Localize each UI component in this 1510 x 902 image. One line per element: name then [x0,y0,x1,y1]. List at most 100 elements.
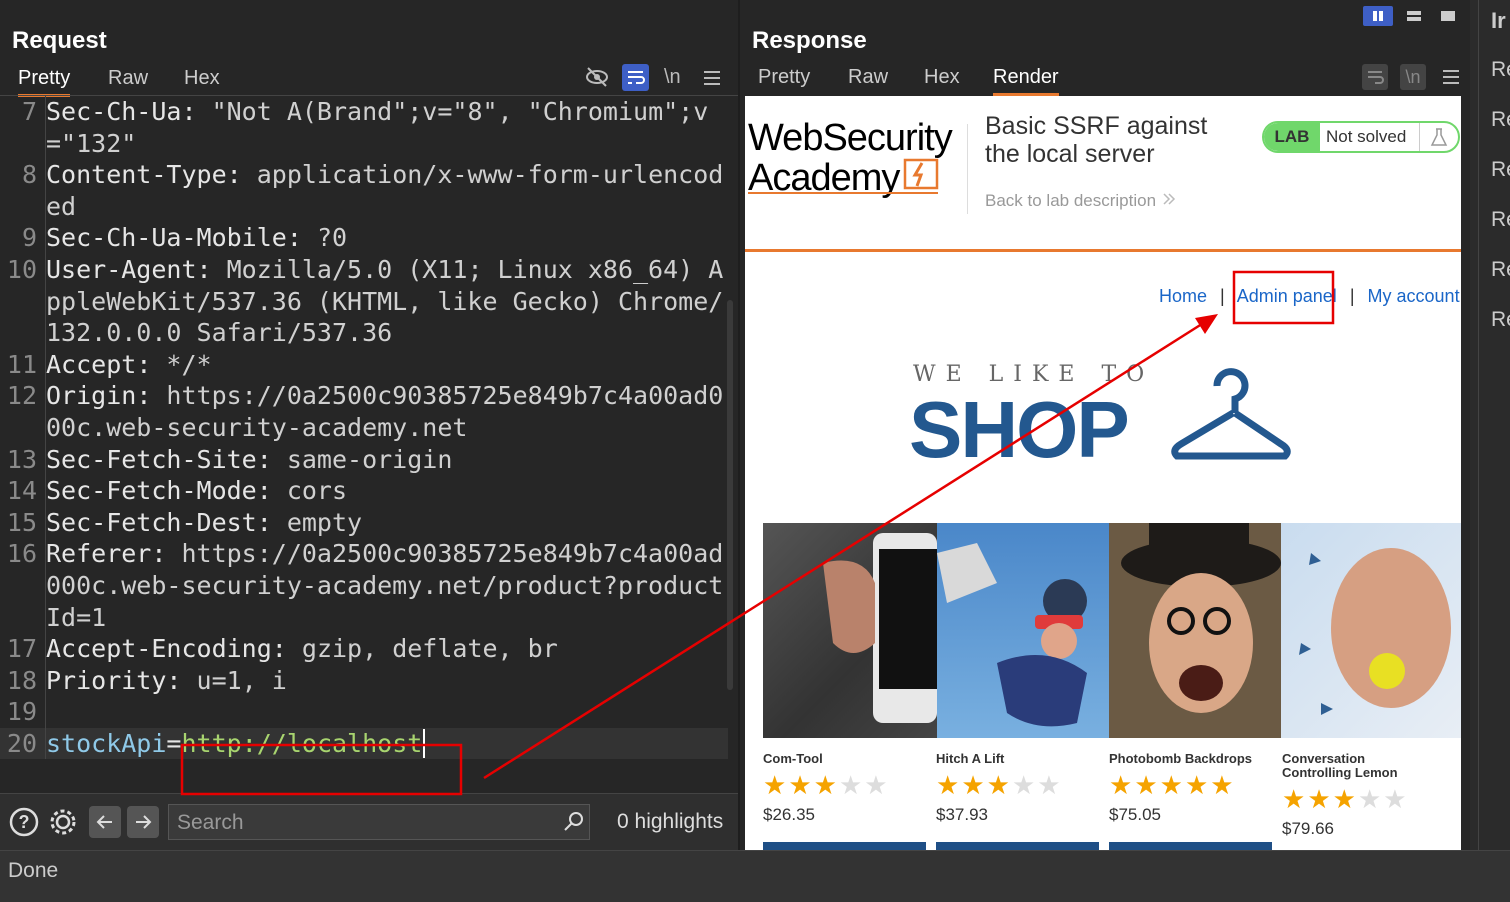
product-card: Com-Tool ★★★★★ $26.35 [763,752,933,825]
nav-my-account[interactable]: My account [1368,286,1460,306]
code-line[interactable]: 13 Sec-Fetch-Site: same-origin [0,443,728,476]
body-line[interactable]: 20 stockApi=http://localhost [0,727,728,760]
header-separator: : [136,349,167,379]
wrap-lines-icon[interactable] [1362,64,1388,90]
inspector-tab[interactable]: Ir [1491,8,1506,34]
request-editor[interactable]: 7 Sec-Ch-Ua: "Not A(Brand";v="8", "Chromi… [0,96,728,790]
search-icon[interactable] [562,810,586,834]
code-line[interactable]: 18 Priority: u=1, i [0,664,728,697]
tab-hex[interactable]: Hex [924,66,960,89]
line-number: 18 [0,664,46,697]
header-name: Sec-Fetch-Mode [46,476,257,506]
text-cursor [423,728,426,758]
inspector-item[interactable]: Re [1491,108,1510,132]
status-text: Done [8,859,59,882]
layout-single-icon[interactable] [1434,6,1462,26]
product-image[interactable] [1281,523,1461,738]
tab-hex[interactable]: Hex [184,67,220,90]
header-rule [745,249,1461,252]
gear-icon[interactable] [47,806,79,838]
help-icon[interactable]: ? [8,806,40,838]
lab-status-widget: LAB Not solved [1262,121,1460,153]
tab-pretty[interactable]: Pretty [758,66,810,89]
inspector-item[interactable]: Re [1491,208,1510,232]
view-details-button[interactable] [1109,842,1272,850]
star-icon: ★ [864,770,888,800]
flask-icon [1419,123,1458,151]
code-line[interactable]: 10 User-Agent: Mozilla/5.0 (X11; Linux x8… [0,253,728,349]
code-line[interactable]: 8 Content-Type: application/x-www-form-ur… [0,159,728,223]
product-price: $79.66 [1282,819,1334,838]
star-icon: ★ [961,770,985,800]
star-icon: ★ [838,770,863,800]
code-line[interactable]: 14 Sec-Fetch-Mode: cors [0,475,728,507]
arrow-left-icon[interactable] [89,806,121,838]
line-number: 14 [0,475,46,507]
code-line[interactable]: 12 Origin: https://0a2500c90385725e849b7c… [0,380,728,444]
tab-render[interactable]: Render [993,66,1059,96]
newline-toggle[interactable]: \n [664,66,681,89]
lab-status: Not solved [1326,127,1407,146]
code-line[interactable]: 7 Sec-Ch-Ua: "Not A(Brand";v="8", "Chromi… [0,96,728,160]
inspector-item[interactable]: Re [1491,58,1510,82]
wrap-lines-icon[interactable] [622,64,649,91]
nav-home[interactable]: Home [1159,286,1207,306]
search-input[interactable]: Search [168,804,590,840]
header-separator: : [271,634,302,664]
menu-icon[interactable] [702,68,722,88]
product-image[interactable] [763,523,937,738]
product-rating: ★★★★★ [936,772,1106,799]
split-handle[interactable] [738,0,740,850]
divider [967,124,968,214]
scrollbar[interactable] [727,300,733,690]
nav-admin-panel[interactable]: Admin panel [1237,286,1337,306]
search-placeholder: Search [177,811,244,834]
arrow-right-icon[interactable] [127,806,159,838]
nav-separator: | [1349,286,1355,306]
inspector-item[interactable]: Re [1491,308,1510,332]
layout-rows-icon[interactable] [1400,6,1428,26]
code-line[interactable]: 15 Sec-Fetch-Dest: empty [0,506,728,539]
line-number: 10 [0,253,46,349]
tab-pretty[interactable]: Pretty [18,67,71,97]
code-line[interactable]: 11 Accept: */* [0,348,728,381]
product-image[interactable] [1109,523,1281,738]
line-text: Sec-Ch-Ua-Mobile: ?0 [46,222,728,254]
eye-off-icon[interactable] [584,64,610,90]
inspector-item[interactable]: Re [1491,158,1510,182]
view-details-button[interactable] [936,842,1099,850]
line-number: 19 [0,696,46,728]
star-icon: ★ [1159,770,1183,800]
line-number: 15 [0,506,46,539]
header-name: Origin [46,381,137,411]
back-link[interactable]: Back to lab description [985,191,1177,211]
line-text: Accept: */* [46,349,728,381]
line-text: Sec-Ch-Ua: "Not A(Brand";v="8", "Chromiu… [46,96,728,159]
product-title: Conversation Controlling Lemon [1282,751,1398,780]
view-details-button[interactable] [763,842,926,850]
product-title: Photobomb Backdrops [1109,751,1253,766]
line-number: 13 [0,443,46,476]
header-name: Referer [46,539,152,569]
tab-raw[interactable]: Raw [108,67,148,90]
request-title: Request [12,27,107,54]
tab-raw[interactable]: Raw [848,66,888,89]
product-card: Photobomb Backdrops ★★★★★ $75.05 [1109,752,1279,825]
param-value[interactable]: http://localhost [181,729,422,758]
layout-columns-icon[interactable] [1363,6,1393,26]
line-text: Sec-Fetch-Site: same-origin [46,444,728,476]
code-line[interactable]: 17 Accept-Encoding: gzip, deflate, br [0,633,728,665]
code-line[interactable]: 19 [0,696,728,728]
header-separator: : [256,507,287,537]
inspector-item[interactable]: Re [1491,258,1510,282]
product-image[interactable] [937,523,1109,738]
code-line[interactable]: 16 Referer: https://0a2500c90385725e849b7… [0,538,728,634]
star-icon: ★ [1282,784,1306,814]
menu-icon[interactable] [1441,67,1461,87]
line-number: 8 [0,159,46,223]
header-separator: : [256,476,287,506]
nav-separator: | [1220,286,1225,306]
code-line[interactable]: 9 Sec-Ch-Ua-Mobile: ?0 [0,222,728,254]
header-value: empty [286,507,363,537]
newline-toggle[interactable]: \n [1400,64,1426,90]
